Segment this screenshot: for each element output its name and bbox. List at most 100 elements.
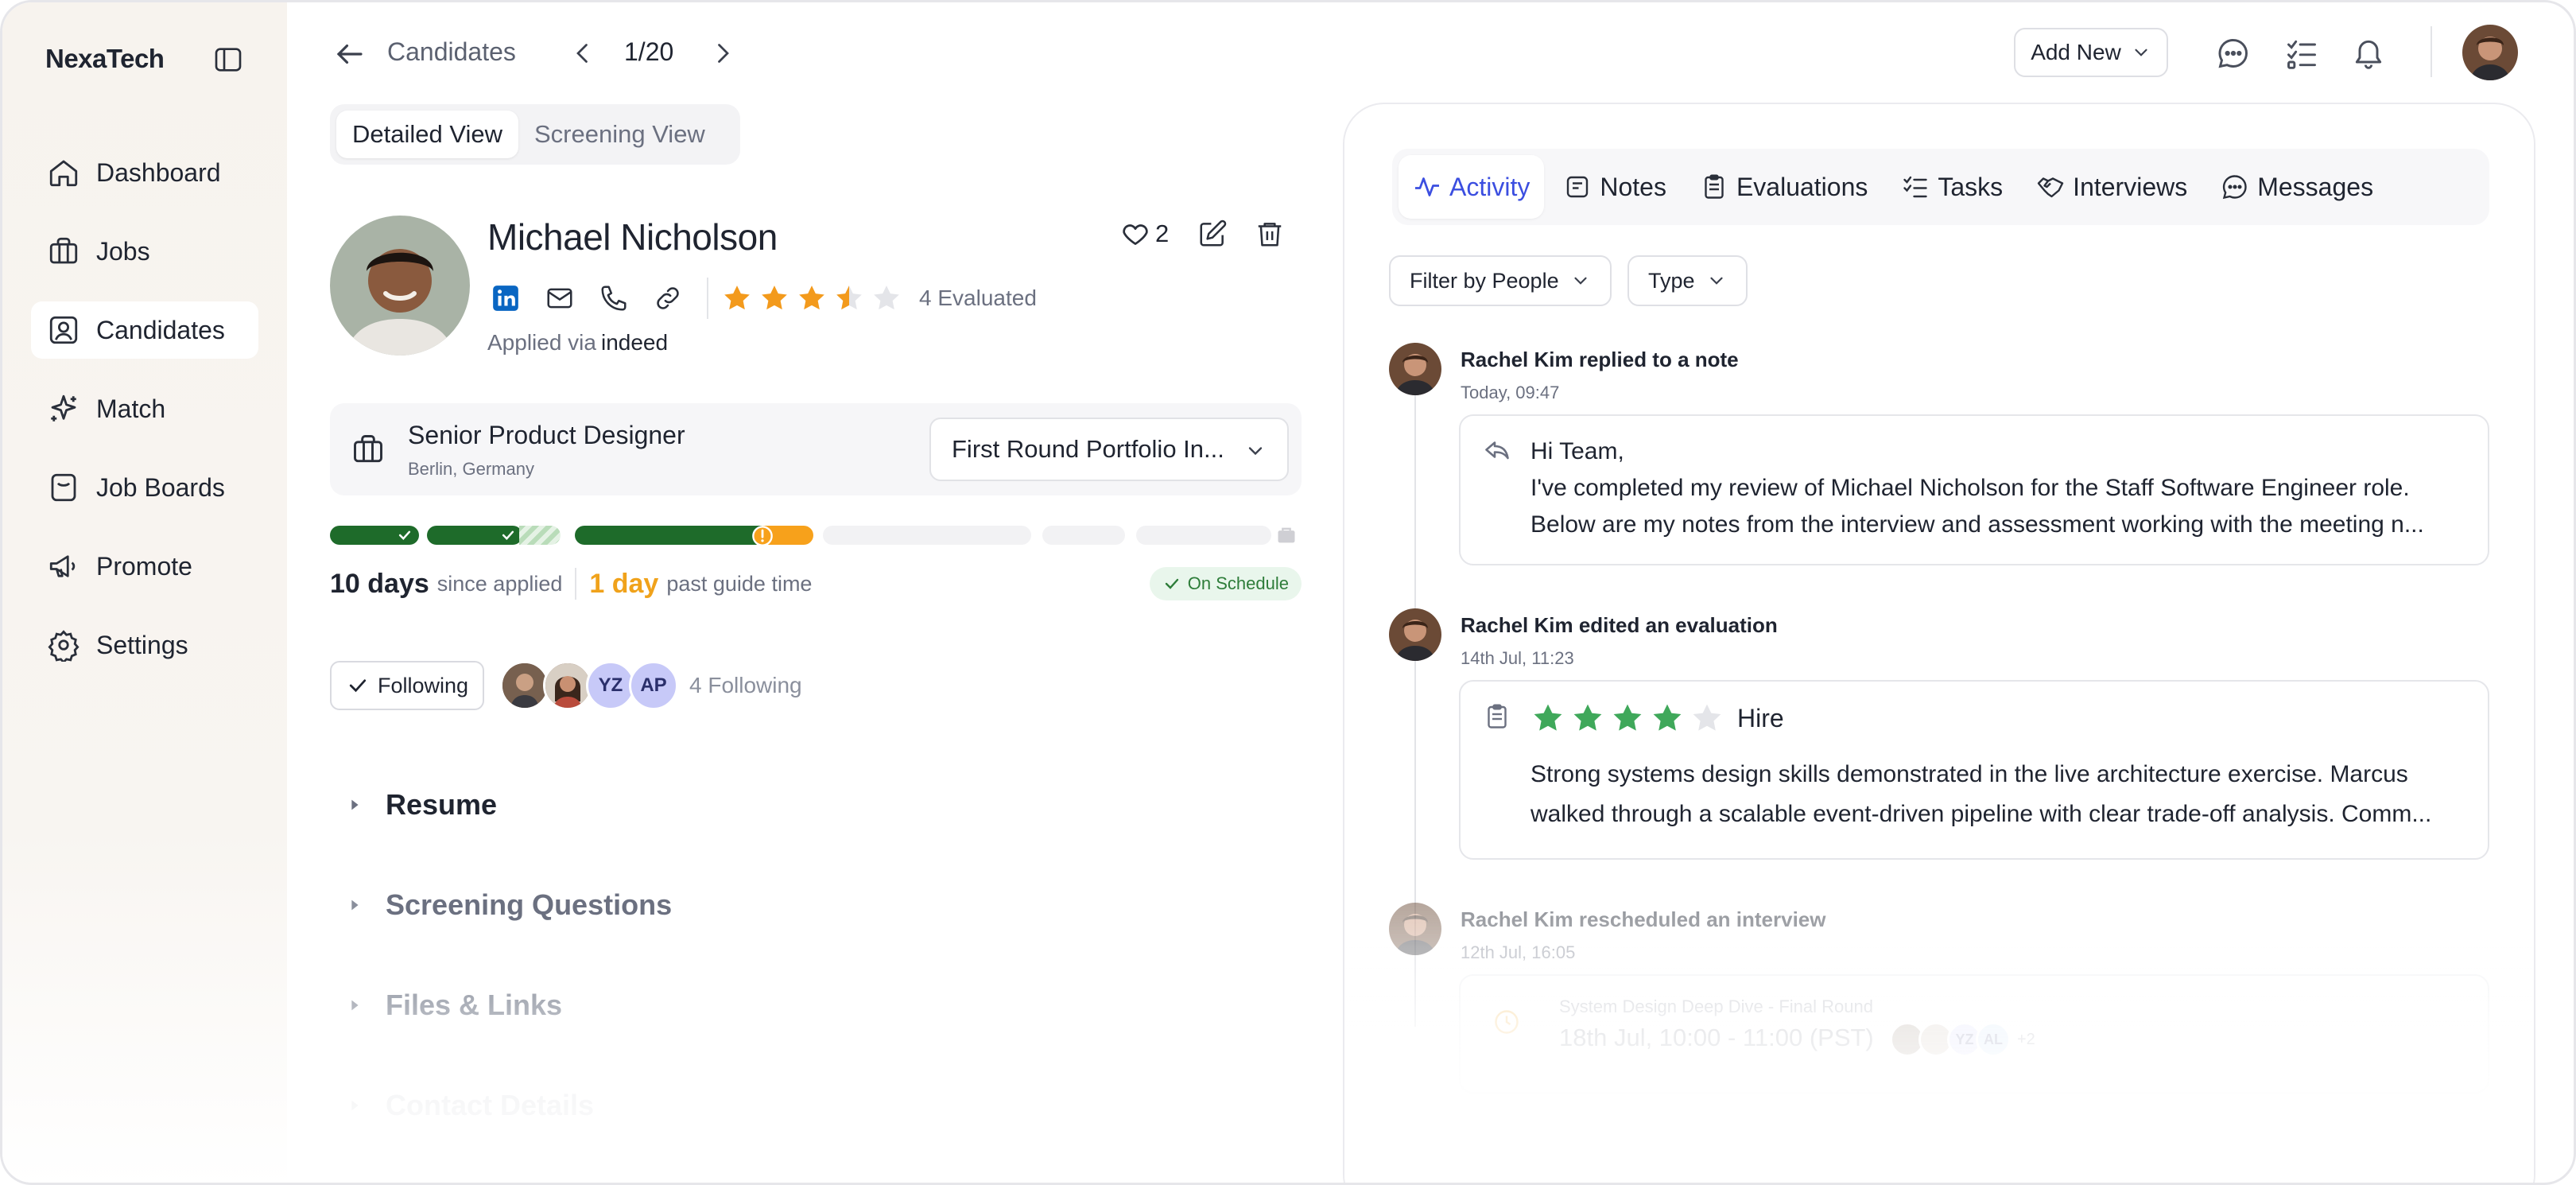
activity-card[interactable]: System Design Deep Dive - Final Round 18… (1459, 974, 2489, 1094)
star-empty-icon (1693, 704, 1721, 731)
briefcase-icon (49, 237, 78, 264)
job-card: Senior Product Designer Berlin, Germany … (330, 403, 1302, 495)
follower-avatars: YZ AP 4 Following (500, 661, 802, 710)
chat-icon[interactable] (2216, 36, 2251, 71)
sidebar-item-dashboard[interactable]: Dashboard (31, 144, 258, 201)
stage-segment-pending (1136, 526, 1271, 545)
activity-card[interactable]: Hi Team, I've completed my review of Mic… (1459, 414, 2489, 565)
view-tabs: Detailed View Screening View (330, 104, 740, 165)
section-files-links[interactable]: Files & Links (346, 989, 562, 1022)
edit-icon[interactable] (1197, 219, 1228, 249)
sidebar-item-promote[interactable]: Promote (31, 538, 258, 595)
note-line: Below are my notes from the interview an… (1530, 511, 2424, 538)
sidebar-nav: Dashboard Jobs Candidates Match Job Boar… (31, 144, 258, 695)
avatar[interactable] (500, 661, 549, 710)
star-full-icon (1613, 704, 1642, 731)
user-card-icon (49, 316, 78, 344)
candidate-photo (330, 216, 470, 356)
tab-tasks[interactable]: Tasks (1887, 155, 2017, 219)
sidebar-item-label: Dashboard (96, 157, 221, 187)
avatar[interactable]: YZ (586, 661, 635, 710)
activity-card[interactable]: Hire Strong systems design skills demons… (1459, 680, 2489, 860)
pagination-count: 1/20 (624, 37, 674, 66)
activity-time: 14th Jul, 11:23 (1461, 648, 1574, 668)
stage-segment-pending (823, 526, 1031, 545)
tab-detailed-view[interactable]: Detailed View (336, 111, 518, 158)
sidebar-item-label: Candidates (96, 315, 225, 344)
megaphone-icon (49, 555, 76, 577)
evaluation-verdict: Hire (1737, 703, 1784, 732)
evaluation-rating: Hire (1530, 701, 1784, 736)
panel-tabs: Activity Notes Evaluations Tasks Intervi… (1392, 149, 2489, 225)
sidebar: NexaTech Dashboard Jobs Candidates Match (2, 2, 287, 1183)
section-screening-questions[interactable]: Screening Questions (346, 888, 672, 922)
tab-evaluations[interactable]: Evaluations (1686, 155, 1882, 219)
activity-title: Rachel Kim edited an evaluation (1461, 613, 1778, 637)
candidate-actions: 2 (1120, 219, 1285, 249)
section-contact-details[interactable]: Contact Details (346, 1089, 594, 1122)
filter-by-people-dropdown[interactable]: Filter by People (1389, 255, 1612, 306)
activity-time: 12th Jul, 16:05 (1461, 942, 1576, 962)
user-avatar[interactable] (2462, 25, 2518, 80)
section-resume[interactable]: Resume (346, 788, 497, 822)
gear-icon (48, 630, 80, 662)
star-full-icon (762, 286, 787, 310)
status-badge: On Schedule (1149, 567, 1302, 600)
interview-attendees: YZ AL +2 (1890, 1022, 2035, 1057)
applied-label: Applied via (487, 330, 596, 355)
tab-messages[interactable]: Messages (2206, 155, 2388, 219)
following-button[interactable]: Following (330, 661, 484, 710)
sidebar-item-candidates[interactable]: Candidates (31, 301, 258, 359)
sidebar-item-jobs[interactable]: Jobs (31, 223, 258, 280)
sidebar-item-settings[interactable]: Settings (31, 616, 258, 674)
chevron-left-icon[interactable] (568, 39, 597, 68)
avatar[interactable] (1389, 343, 1441, 395)
avatar[interactable] (543, 661, 592, 710)
avatar[interactable] (1389, 903, 1441, 955)
sidebar-item-job-boards[interactable]: Job Boards (31, 459, 258, 516)
back-arrow-icon[interactable] (333, 37, 367, 71)
link-icon[interactable] (653, 283, 683, 313)
tab-activity[interactable]: Activity (1399, 155, 1545, 219)
clock-icon (1495, 1010, 1519, 1034)
activity-panel: Activity Notes Evaluations Tasks Intervi… (1343, 103, 2535, 1183)
add-new-label: Add New (2031, 40, 2121, 64)
type-filter-dropdown[interactable]: Type (1627, 255, 1748, 306)
avatar[interactable]: AP (629, 661, 678, 710)
days-since-label: since applied (436, 571, 563, 596)
chevron-right-icon[interactable] (708, 39, 737, 68)
checklist-icon[interactable] (2284, 36, 2319, 71)
tab-interviews[interactable]: Interviews (2022, 155, 2202, 219)
sidebar-item-label: Promote (96, 551, 192, 581)
caret-right-icon (351, 1000, 359, 1011)
tab-notes[interactable]: Notes (1549, 155, 1681, 219)
following-count[interactable]: 4 Following (689, 673, 802, 698)
app-window: NexaTech Dashboard Jobs Candidates Match (0, 0, 2576, 1185)
interview-name: System Design Deep Dive - Final Round (1559, 997, 1873, 1016)
trash-icon[interactable] (1255, 219, 1285, 249)
like-button[interactable]: 2 (1120, 219, 1169, 249)
chevron-down-icon (1709, 277, 1723, 285)
stage-select[interactable]: First Round Portfolio In... (929, 418, 1289, 481)
sidebar-toggle-icon[interactable] (212, 44, 244, 76)
avatar[interactable] (1389, 608, 1441, 661)
activity-time: Today, 09:47 (1461, 383, 1560, 402)
applied-source: indeed (600, 330, 669, 355)
sidebar-item-label: Job Boards (96, 472, 225, 502)
section-title: Resume (386, 788, 498, 821)
add-new-button[interactable]: Add New (2014, 28, 2168, 77)
breadcrumb[interactable]: Candidates (387, 37, 516, 67)
job-location: Berlin, Germany (408, 459, 534, 479)
evaluated-count[interactable]: 4 Evaluated (919, 286, 1037, 311)
chevron-down-icon (1248, 447, 1263, 456)
tab-screening-view[interactable]: Screening View (518, 111, 721, 158)
handshake-icon (2037, 177, 2064, 198)
mail-icon[interactable] (545, 283, 575, 313)
phone-icon[interactable] (599, 283, 629, 313)
check-icon (502, 530, 514, 540)
following-button-label: Following (377, 673, 469, 697)
board-icon (51, 473, 76, 502)
sidebar-item-match[interactable]: Match (31, 380, 258, 437)
linkedin-icon[interactable] (491, 283, 521, 313)
bell-icon[interactable] (2351, 36, 2386, 71)
